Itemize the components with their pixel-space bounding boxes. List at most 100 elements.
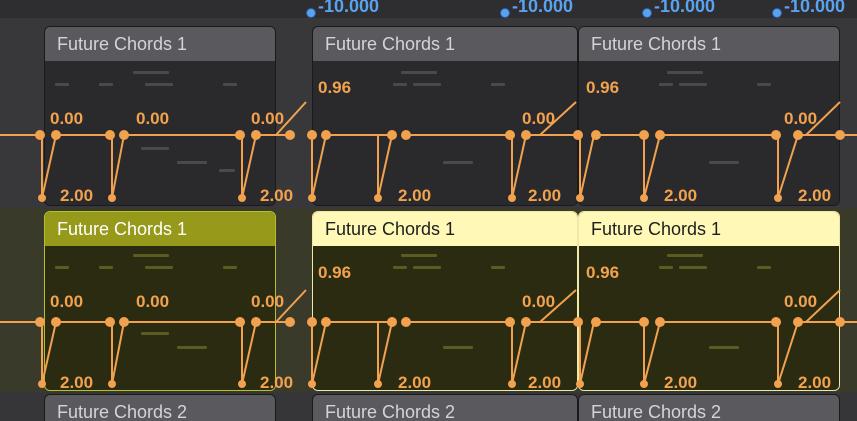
automation-ramp (643, 321, 661, 385)
automation-point[interactable] (108, 380, 116, 388)
automation-point[interactable] (508, 380, 516, 388)
automation-point[interactable] (793, 317, 803, 327)
automation-point[interactable] (108, 194, 116, 202)
automation-value-label: 0.00 (50, 109, 83, 128)
automation-value-label: 0.00 (251, 292, 284, 311)
automation-point[interactable] (307, 130, 317, 140)
automation-ramp (511, 134, 527, 199)
automation-point[interactable] (374, 194, 382, 202)
automation-ramp (41, 134, 57, 199)
automation-point[interactable] (640, 194, 648, 202)
automation-point[interactable] (835, 317, 845, 327)
automation-value-label: 0.96 (318, 78, 351, 97)
automation-point[interactable] (38, 194, 46, 202)
automation-point[interactable] (640, 380, 648, 388)
automation-value-label: 2.00 (528, 186, 561, 205)
automation-point[interactable] (285, 317, 295, 327)
automation-value-label: 2.00 (798, 373, 831, 392)
automation-point[interactable] (51, 130, 61, 140)
automation-point[interactable] (321, 130, 331, 140)
automation-point[interactable] (573, 130, 583, 140)
automation-value-label: 0.00 (522, 292, 555, 311)
automation-point[interactable] (774, 380, 782, 388)
automation-point[interactable] (793, 130, 803, 140)
automation-point[interactable] (401, 317, 411, 327)
automation-value-label: 2.00 (398, 186, 431, 205)
automation-point[interactable] (35, 317, 45, 327)
automation-ramp (111, 321, 125, 385)
automation-point[interactable] (576, 380, 584, 388)
automation-value-label: 0.00 (251, 109, 284, 128)
automation-value-label: 2.00 (664, 373, 697, 392)
automation-point[interactable] (251, 130, 261, 140)
automation-point[interactable] (105, 130, 115, 140)
automation-point[interactable] (285, 130, 295, 140)
automation-ramp (511, 321, 527, 385)
automation-value-label: 0.96 (586, 78, 619, 97)
automation-value-label: 0.00 (784, 109, 817, 128)
automation-value-label: 0.00 (136, 292, 169, 311)
automation-point[interactable] (835, 130, 845, 140)
automation-point[interactable] (401, 130, 411, 140)
automation-point[interactable] (573, 317, 583, 327)
automation-ramp (241, 134, 257, 199)
automation-ramp (643, 134, 661, 199)
automation-point[interactable] (119, 317, 129, 327)
automation-point[interactable] (771, 130, 781, 140)
automation-point[interactable] (771, 317, 781, 327)
automation-value-label: 2.00 (60, 373, 93, 392)
automation-point[interactable] (238, 380, 246, 388)
automation-point[interactable] (251, 317, 261, 327)
automation-point[interactable] (591, 317, 601, 327)
automation-value-label: 2.00 (60, 186, 93, 205)
automation-value-label: 2.00 (664, 186, 697, 205)
automation-value-label: 2.00 (260, 186, 293, 205)
automation-value-label: 0.00 (136, 109, 169, 128)
automation-ramp (111, 134, 125, 199)
automation-ramp (311, 321, 327, 385)
automation-point[interactable] (505, 317, 515, 327)
automation-point[interactable] (521, 130, 531, 140)
automation-point[interactable] (235, 130, 245, 140)
automation-point[interactable] (308, 380, 316, 388)
automation-point[interactable] (51, 317, 61, 327)
automation-value-label: 2.00 (260, 373, 293, 392)
automation-point[interactable] (35, 130, 45, 140)
automation-point[interactable] (307, 317, 317, 327)
automation-point[interactable] (308, 194, 316, 202)
automation-point[interactable] (38, 380, 46, 388)
automation-value-label: 0.00 (522, 109, 555, 128)
automation-ramp (579, 321, 595, 385)
automation-point[interactable] (105, 317, 115, 327)
automation-point[interactable] (521, 317, 531, 327)
automation-value-label: 2.00 (398, 373, 431, 392)
automation-point[interactable] (774, 194, 782, 202)
automation-point[interactable] (508, 194, 516, 202)
automation-point[interactable] (655, 317, 665, 327)
automation-point[interactable] (639, 130, 649, 140)
automation-point[interactable] (387, 130, 397, 140)
automation-ramp (377, 134, 393, 199)
automation-ramp (579, 134, 595, 199)
automation-value-label: 0.96 (586, 263, 619, 282)
automation-point[interactable] (387, 317, 397, 327)
arrange-area: -10.000 -10.000 -10.000 -10.000 Future C… (0, 0, 857, 421)
automation-ramp (777, 134, 799, 199)
automation-point[interactable] (591, 130, 601, 140)
automation-point[interactable] (321, 317, 331, 327)
automation-value-label: 2.00 (528, 373, 561, 392)
automation-point[interactable] (639, 317, 649, 327)
automation-ramp (311, 134, 327, 199)
automation-point[interactable] (235, 317, 245, 327)
automation-point[interactable] (655, 130, 665, 140)
automation-ramp (777, 321, 799, 385)
automation-point[interactable] (119, 130, 129, 140)
automation-value-label: 0.96 (318, 263, 351, 282)
automation-value-label: 2.00 (798, 186, 831, 205)
automation-point[interactable] (505, 130, 515, 140)
automation-value-label: 0.00 (784, 292, 817, 311)
automation-point[interactable] (576, 194, 584, 202)
automation-point[interactable] (238, 194, 246, 202)
automation-point[interactable] (374, 380, 382, 388)
automation-overlay: 0.00 0.00 0.00 2.00 2.00 0.96 0.00 2.00 0.96 0.00… (0, 78, 857, 392)
